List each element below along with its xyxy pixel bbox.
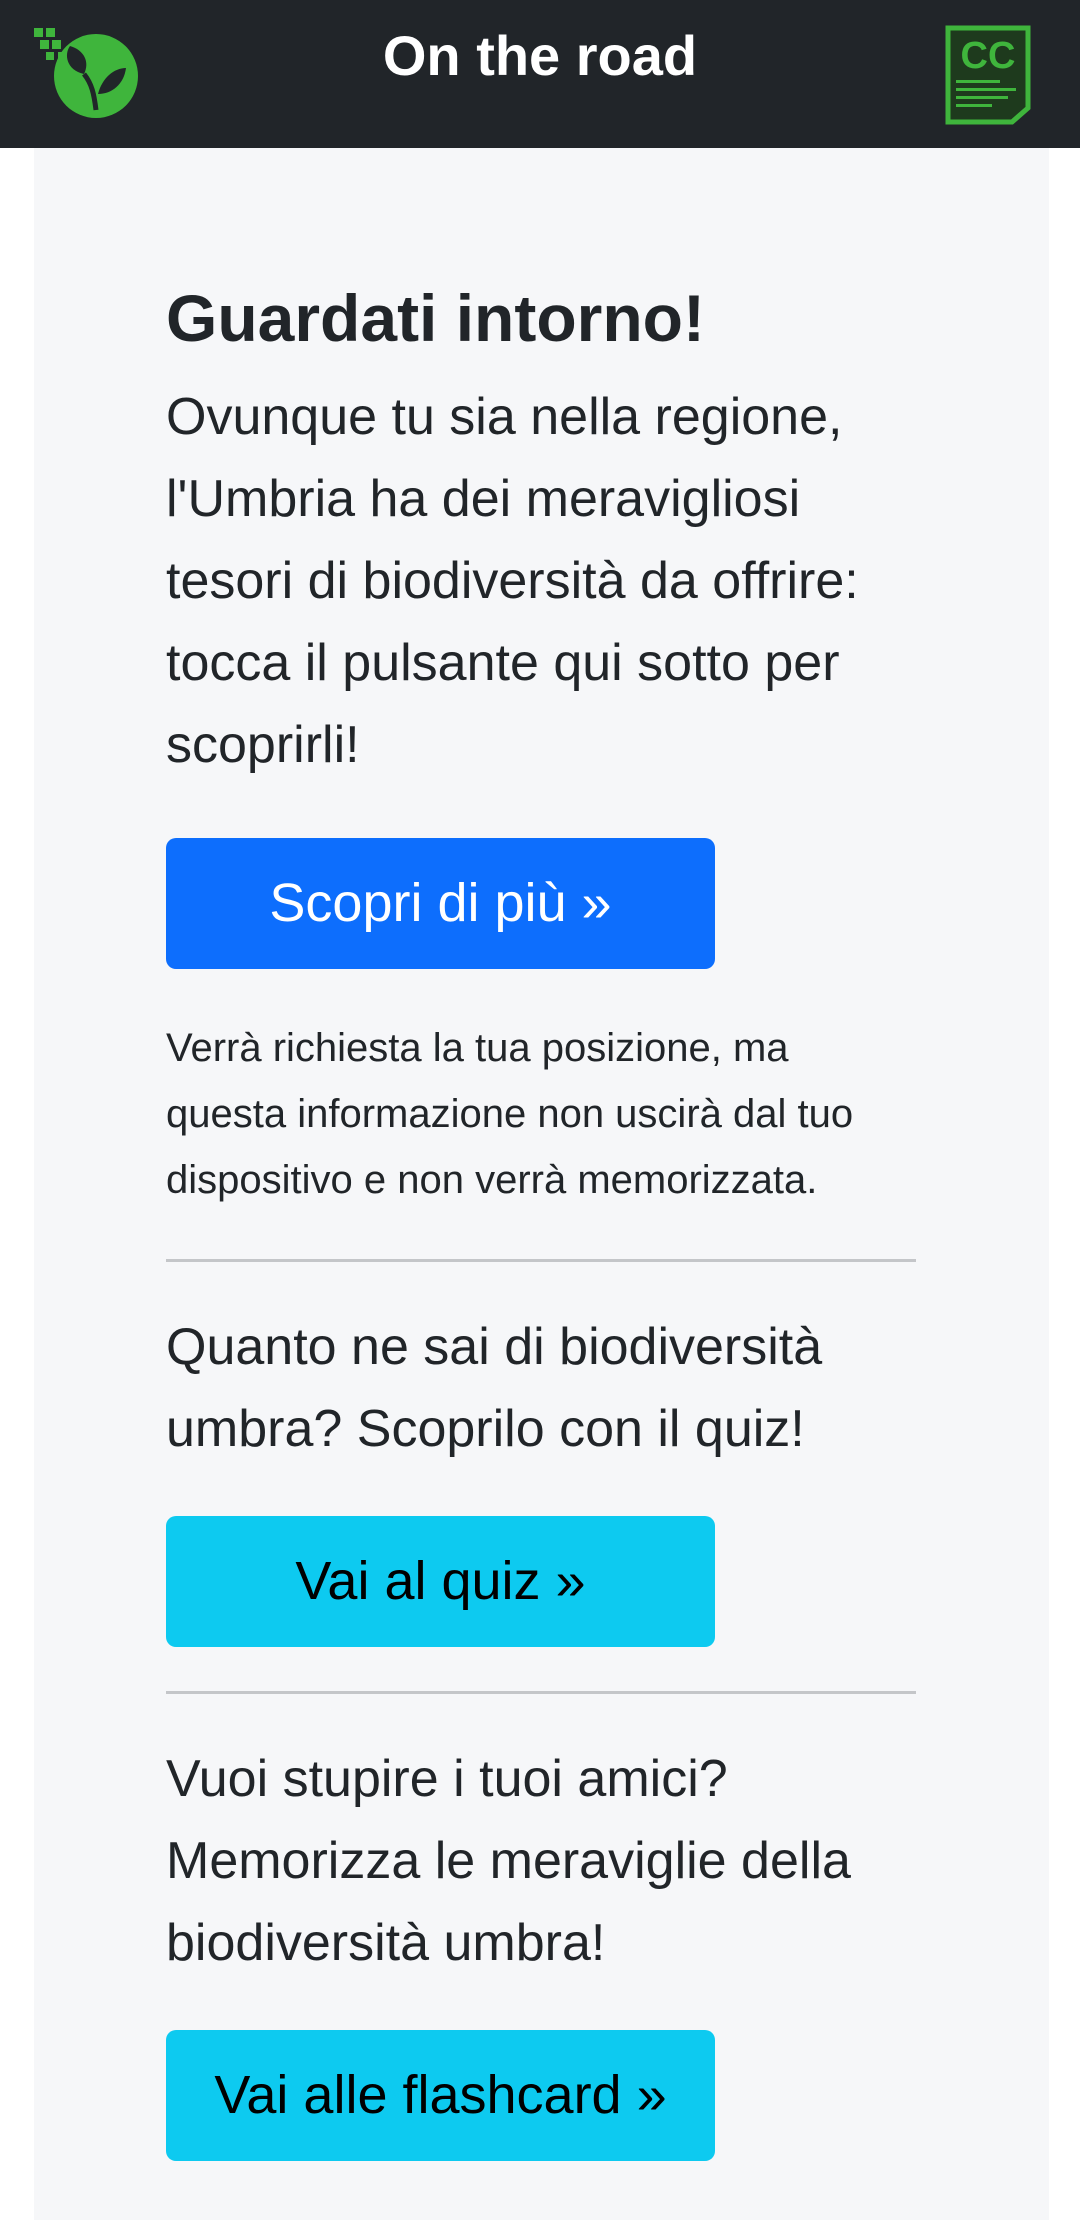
svg-text:CC: CC (961, 35, 1016, 77)
main-content: Guardati intorno! Ovunque tu sia nella r… (166, 148, 916, 2161)
explore-text: Ovunque tu sia nella regione, l'Umbria h… (166, 388, 859, 774)
section-divider (166, 1691, 916, 1694)
quiz-button[interactable]: Vai al quiz » (166, 1516, 715, 1647)
flashcards-button[interactable]: Vai alle flashcard » (166, 2030, 715, 2161)
discover-more-button[interactable]: Scopri di più » (166, 838, 715, 969)
cc-badge-icon[interactable]: CC (942, 24, 1034, 126)
quiz-text: Quanto ne sai di biodiversità umbra? Sco… (166, 1318, 823, 1458)
location-notice: Verrà richiesta la tua posizione, ma que… (166, 1026, 854, 1202)
explore-heading: Guardati intorno! (166, 281, 705, 355)
flashcards-text: Vuoi stupire i tuoi amici? Memorizza le … (166, 1750, 851, 1972)
section-divider (166, 1259, 916, 1262)
page-title: On the road (382, 24, 698, 87)
top-navbar: On the road CC (0, 0, 1080, 148)
